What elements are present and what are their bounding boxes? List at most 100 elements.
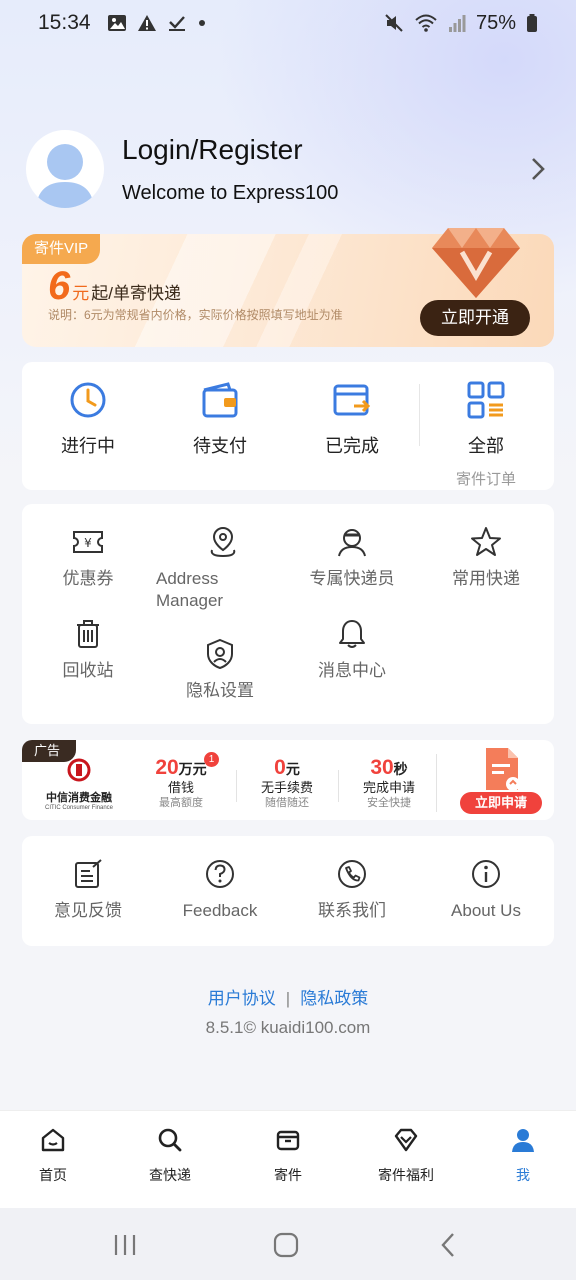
wifi-icon [415,14,437,32]
help-label: 意见反馈 [54,901,122,920]
help-card: 意见反馈 Feedback 联系我们 About Us [22,836,554,946]
tool-label: 隐私设置 [186,681,254,700]
chevron-right-icon[interactable] [526,156,550,182]
version-text: 8.5.1© kuaidi100.com [205,1018,371,1037]
order-label: 进行中 [61,436,115,456]
phone-icon [338,860,366,888]
bell-icon [339,620,365,648]
tool-message-center[interactable]: 消息中心 [286,618,418,682]
order-label: 已完成 [325,436,379,456]
tool-label: 专属快递员 [309,569,395,588]
ad-amount: 20 [155,756,179,779]
order-pending-payment[interactable]: 待支付 [154,380,286,458]
battery-icon [527,14,537,32]
status-bar: 15:34 75% [0,0,576,46]
ad-fee-label: 无手续费 [260,780,313,795]
status-time: 15:34 [38,11,91,34]
info-icon [472,860,500,888]
gift-diamond-icon [394,1128,418,1152]
nav-send[interactable]: 寄件 [238,1127,338,1185]
ad-col-speed: 30秒 完成申请 安全快捷 [348,756,430,810]
privacy-policy-link[interactable]: 隐私政策 [300,989,368,1008]
nav-me[interactable]: 我 [473,1127,573,1185]
back-icon[interactable] [436,1232,462,1258]
nav-track[interactable]: 查快递 [120,1127,220,1185]
tool-label: Address Manager [156,568,286,612]
vip-note: 说明：6元为常规省内价格，实际价格按照填写地址为准 [48,308,343,322]
vip-open-button[interactable]: 立即开通 [420,300,530,336]
grid-list-icon [467,381,505,419]
trash-icon [77,620,99,648]
diamond-icon [432,228,520,298]
nav-label: 寄件福利 [378,1167,434,1183]
citic-logo: 中信消费金融 CITIC Consumer Finance [44,758,114,811]
order-in-progress[interactable]: 进行中 [22,380,154,458]
vip-price-number: 6 [48,264,71,308]
battery-percent: 75% [475,11,516,34]
courier-icon [338,529,366,557]
star-icon [471,527,501,556]
order-all[interactable]: 全部 寄件订单 [420,380,552,489]
vip-tag: 寄件VIP [22,234,101,264]
edit-note-icon [75,859,102,888]
nav-benefits[interactable]: 寄件福利 [356,1127,456,1185]
orders-card: 进行中 待支付 已完成 全部 寄件订单 [22,362,554,490]
package-icon [276,1130,300,1151]
ad-speed: 30 [370,756,394,779]
ad-col-fee: 0元 无手续费 随借随还 [246,756,328,810]
question-icon [206,860,234,888]
tool-label-line: Address [156,569,219,588]
ad-amount-unit: 万元 [178,761,207,777]
nav-label: 查快递 [149,1167,191,1183]
tool-label: 优惠券 [62,569,114,588]
svg-text:¥: ¥ [84,536,92,550]
recent-apps-icon[interactable] [112,1232,138,1258]
home-button-icon[interactable] [272,1232,300,1258]
tool-address-manager[interactable]: Address Manager [154,526,286,612]
image-icon [107,15,126,31]
nav-label: 寄件 [274,1167,302,1183]
welcome-text: Welcome to Express100 [122,182,339,204]
ad-apply-button[interactable]: 立即申请 [460,792,542,814]
ad-badge: 1 [204,752,219,767]
tools-card: ¥ 优惠券 Address Manager 专属快递员 常用快递 回收站 隐私设… [22,504,554,724]
citic-name-cn: 中信消费金融 [46,792,112,804]
tool-recycle-bin[interactable]: 回收站 [22,618,154,682]
person-icon [512,1129,534,1152]
link-separator: | [285,989,291,1008]
nav-home[interactable]: 首页 [3,1127,103,1185]
help-feedback-cn[interactable]: 意见反馈 [22,858,154,922]
tool-favorite-express[interactable]: 常用快递 [420,526,552,590]
login-register-link[interactable]: Login/Register [122,134,303,166]
help-feedback[interactable]: Feedback [154,858,286,922]
ad-fee-desc: 随借随还 [265,797,309,809]
divider [436,754,437,812]
mute-icon [385,14,403,32]
vip-price-tail: 起/单寄快递 [91,284,181,303]
ad-amount-label: 借钱 [167,780,194,795]
nav-label: 我 [516,1167,530,1183]
order-label: 待支付 [193,436,247,456]
tool-coupon[interactable]: ¥ 优惠券 [22,526,154,590]
person-avatar-icon [36,144,94,208]
dot-icon [198,20,205,26]
help-contact-us[interactable]: 联系我们 [286,858,418,922]
tool-courier[interactable]: 专属快递员 [286,526,418,590]
ad-speed-unit: 秒 [393,761,408,777]
tool-privacy-settings[interactable]: 隐私设置 [154,638,286,702]
home-icon [41,1128,65,1152]
ad-amount-desc: 最高额度 [159,797,203,809]
ad-speed-desc: 安全快捷 [367,797,411,809]
vip-price: 6 元 起/单寄快递 [48,264,181,309]
document-icon [486,748,520,791]
help-about-us[interactable]: About Us [420,858,552,922]
user-agreement-link[interactable]: 用户协议 [208,989,276,1008]
avatar[interactable] [26,130,104,208]
order-completed[interactable]: 已完成 [286,380,418,458]
box-arrow-icon [333,384,371,416]
divider [236,770,237,802]
tool-label: 消息中心 [318,661,386,680]
alert-icon [137,15,156,31]
divider [338,770,339,802]
ad-banner[interactable]: 广告 中信消费金融 CITIC Consumer Finance 20万元 借钱… [22,740,554,820]
